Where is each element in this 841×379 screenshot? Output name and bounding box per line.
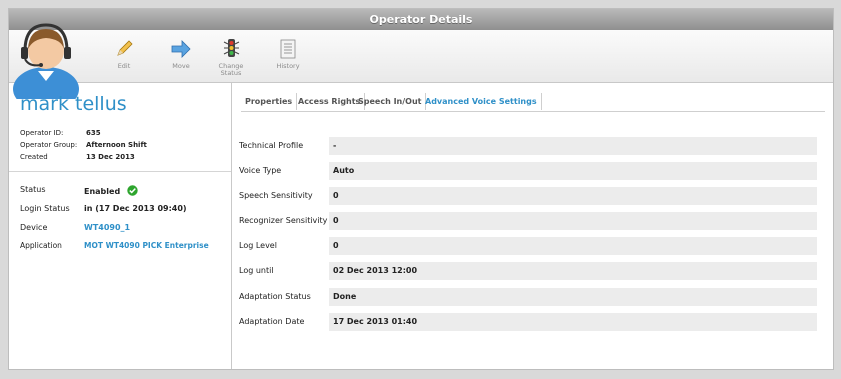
setting-value: 0 <box>329 237 817 255</box>
created-label: Created <box>20 153 48 161</box>
traffic-light-icon <box>223 39 240 57</box>
operator-name: mark tellus <box>20 93 127 115</box>
operator-details-window: Operator Details Edit Move Change Status… <box>8 8 834 370</box>
setting-label: Adaptation Status <box>239 292 311 301</box>
setting-row: Log until 02 Dec 2013 12:00 <box>239 262 825 280</box>
setting-row: Technical Profile - <box>239 137 825 155</box>
setting-label: Recognizer Sensitivity <box>239 216 328 225</box>
login-status-label: Login Status <box>20 204 70 213</box>
setting-label: Adaptation Date <box>239 317 305 326</box>
operator-id-label: Operator ID: <box>20 129 64 137</box>
setting-label: Log Level <box>239 241 277 250</box>
setting-row: Recognizer Sensitivity 0 <box>239 212 825 230</box>
change-status-button[interactable]: Change Status <box>209 39 253 77</box>
setting-row: Voice Type Auto <box>239 162 825 180</box>
pencil-icon <box>117 40 133 56</box>
operator-group-label: Operator Group: <box>20 141 78 149</box>
setting-value: Done <box>329 288 817 306</box>
application-link[interactable]: MOT WT4090 PICK Enterprise <box>84 241 209 250</box>
setting-label: Technical Profile <box>239 141 304 150</box>
window-title: Operator Details <box>9 9 833 30</box>
setting-row: Log Level 0 <box>239 237 825 255</box>
edit-button[interactable]: Edit <box>102 39 146 70</box>
history-button[interactable]: History <box>266 39 310 70</box>
status-text: Enabled <box>84 187 121 196</box>
tab-advanced-voice-settings[interactable]: Advanced Voice Settings <box>421 93 542 110</box>
setting-row: Adaptation Status Done <box>239 288 825 306</box>
device-link[interactable]: WT4090_1 <box>84 223 130 232</box>
setting-label: Voice Type <box>239 166 282 175</box>
setting-row: Speech Sensitivity 0 <box>239 187 825 205</box>
operator-id-value: 635 <box>86 129 101 137</box>
setting-label: Speech Sensitivity <box>239 191 313 200</box>
change-status-label-2: Status <box>220 69 242 77</box>
setting-label: Log until <box>239 266 274 275</box>
operator-summary-panel: mark tellus Operator ID: 635 Operator Gr… <box>9 83 232 369</box>
setting-value: 02 Dec 2013 12:00 <box>329 262 817 280</box>
move-button[interactable]: Move <box>159 39 203 70</box>
setting-row: Adaptation Date 17 Dec 2013 01:40 <box>239 313 825 331</box>
setting-value: 0 <box>329 212 817 230</box>
check-circle-icon <box>127 185 138 196</box>
created-value: 13 Dec 2013 <box>86 153 135 161</box>
move-label: Move <box>172 62 190 70</box>
setting-value: Auto <box>329 162 817 180</box>
tab-properties[interactable]: Properties <box>241 93 298 110</box>
login-status-value: in (17 Dec 2013 09:40) <box>84 204 187 213</box>
operator-group-value: Afternoon Shift <box>86 141 147 149</box>
status-value: Enabled <box>84 185 138 196</box>
edit-label: Edit <box>117 62 131 70</box>
setting-value: 0 <box>329 187 817 205</box>
history-label: History <box>276 62 300 70</box>
tab-speech-in-out[interactable]: Speech In/Out <box>354 93 427 110</box>
device-label: Device <box>20 223 48 232</box>
document-list-icon <box>280 39 296 59</box>
detail-tabs: Properties Access Rights Speech In/Out A… <box>241 93 825 112</box>
status-label: Status <box>20 185 46 194</box>
setting-value: - <box>329 137 817 155</box>
arrow-right-icon <box>171 40 191 58</box>
toolbar: Edit Move Change Status History <box>9 23 833 99</box>
setting-value: 17 Dec 2013 01:40 <box>329 313 817 331</box>
divider <box>9 171 231 172</box>
application-label: Application <box>20 241 62 250</box>
